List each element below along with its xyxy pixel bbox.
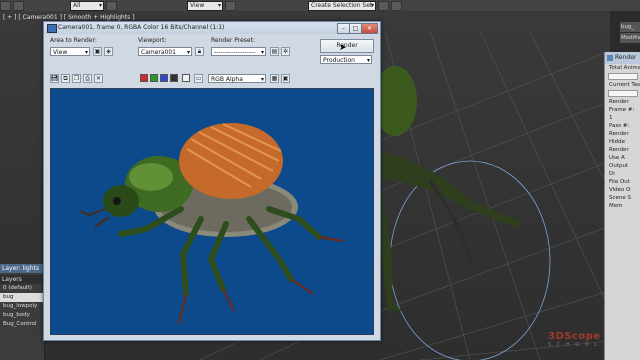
- close-button[interactable]: ✕: [361, 23, 378, 34]
- output-label: Output: [609, 163, 629, 169]
- environment-effects-icon[interactable]: ✲: [281, 47, 290, 56]
- select-object-icon[interactable]: [106, 0, 117, 11]
- print-image-icon[interactable]: ⎙: [83, 74, 92, 83]
- selection-filter-dropdown[interactable]: All: [70, 0, 104, 11]
- watermark-main: 3DScope: [548, 331, 601, 342]
- clone-window-icon[interactable]: ❐: [72, 74, 81, 83]
- frame-label: Frame #:: [609, 107, 635, 113]
- frame-buffer-toolbar: 💾︎ ⧉ ❐ ⎙ ✕ ▭ RGB Alpha ▦ ▣: [48, 73, 376, 84]
- clear-image-icon[interactable]: ✕: [94, 74, 103, 83]
- file-output-label: File Out: [609, 179, 630, 185]
- total-animation-progress: [608, 73, 638, 80]
- use-advanced-lighting-label: Use A: [609, 155, 625, 161]
- layer-row-default[interactable]: 0 (default): [0, 284, 44, 293]
- swatch-icon[interactable]: ▭: [194, 74, 203, 83]
- render-atmospherics-label: Render: [609, 147, 629, 153]
- current-task-label: Current Task:: [609, 82, 640, 88]
- align-icon[interactable]: [391, 0, 402, 11]
- mirror-icon[interactable]: [378, 0, 389, 11]
- display-channel-dropdown[interactable]: RGB Alpha: [208, 74, 266, 84]
- total-animation-label: Total Animation: [609, 65, 640, 71]
- render-controls: Area to Render: View ▣ ◈ Viewport: Camer…: [48, 35, 376, 73]
- rendering-progress-panel: Render Total Animation Current Task: Ren…: [604, 52, 640, 360]
- monochrome-toggle[interactable]: [182, 74, 190, 82]
- scene-statistics-label: Scene S: [609, 195, 632, 201]
- render-label: Render: [609, 131, 629, 137]
- render-window-titlebar[interactable]: Camera001, frame 0, RGBA Color 16 Bits/C…: [44, 22, 380, 34]
- command-panel-strip: bug_ Modifier: [620, 22, 640, 56]
- layer-list-header: Layers: [0, 275, 44, 284]
- current-task-progress: [608, 90, 638, 97]
- viewport-label: Viewport:: [138, 37, 167, 44]
- render-setup-icon[interactable]: ▤: [270, 47, 279, 56]
- production-dropdown[interactable]: Production: [320, 55, 372, 65]
- rendered-frame-window[interactable]: Camera001, frame 0, RGBA Color 16 Bits/C…: [43, 21, 381, 341]
- memory-label: Mem: [609, 203, 623, 209]
- layer-row-bug[interactable]: bug: [0, 293, 44, 302]
- redo-icon[interactable]: [13, 0, 24, 11]
- viewport-bug-model[interactable]: [373, 66, 520, 311]
- area-to-render-label: Area to Render:: [50, 37, 97, 44]
- watermark-sub: S C H O O L: [548, 342, 600, 348]
- lock-viewport-icon[interactable]: 🔒︎: [195, 47, 204, 56]
- named-selection-set-dropdown[interactable]: Create Selection Set: [308, 0, 376, 11]
- viewport-dropdown[interactable]: Camera001: [138, 47, 192, 57]
- toggle-ui-overlay-icon[interactable]: ▦: [270, 74, 279, 83]
- render-preset-dropdown[interactable]: -------------------: [211, 47, 266, 57]
- layer-row-bug-body[interactable]: bug_body: [0, 311, 44, 320]
- render-preset-label: Render Preset:: [211, 37, 255, 44]
- layer-row-bug-control[interactable]: Bug_Control: [0, 320, 44, 329]
- frame-value: 1: [609, 115, 613, 121]
- save-image-icon[interactable]: 💾︎: [50, 74, 59, 83]
- pass-label: Pass #:: [609, 123, 630, 129]
- hidden-geometry-label: Hidde: [609, 139, 626, 145]
- rendering-panel-title: Render: [605, 52, 640, 64]
- edit-region-icon[interactable]: ▣: [93, 47, 102, 56]
- area-to-render-dropdown[interactable]: View: [50, 47, 90, 57]
- modifier-list[interactable]: Modifier: [620, 33, 640, 43]
- render-window-title: Camera001, frame 0, RGBA Color 16 Bits/C…: [58, 24, 225, 31]
- layer-explorer-panel: Layer: lights Layers 0 (default) bug bug…: [0, 264, 45, 360]
- display-label: Di: [609, 171, 615, 177]
- toggle-ui-icon[interactable]: ▣: [281, 74, 290, 83]
- viewport-label[interactable]: [ + ] [ Camera001 ] [ Smooth + Highlight…: [3, 14, 135, 21]
- auto-region-icon[interactable]: ◈: [104, 47, 113, 56]
- object-name-field[interactable]: bug_: [620, 22, 640, 32]
- undo-icon[interactable]: [0, 0, 11, 11]
- layer-row-bug-lowpoly[interactable]: bug_lowpoly: [0, 302, 44, 311]
- alpha-channel-toggle[interactable]: [170, 74, 178, 82]
- copy-image-icon[interactable]: ⧉: [61, 74, 70, 83]
- watermark-logo: 3DScope S C H O O L: [548, 331, 601, 348]
- red-channel-toggle[interactable]: [140, 74, 148, 82]
- render-group-label: Render: [609, 99, 629, 105]
- snap-toggle-icon[interactable]: [225, 0, 236, 11]
- rendered-beetle: [80, 123, 344, 325]
- green-channel-toggle[interactable]: [150, 74, 158, 82]
- rendered-image[interactable]: [50, 88, 374, 335]
- video-output-label: Video O: [609, 187, 631, 193]
- app-icon: [47, 24, 57, 33]
- render-button[interactable]: Render: [320, 39, 374, 53]
- layer-panel-title: Layer: lights: [0, 264, 44, 273]
- reference-coordinate-dropdown[interactable]: View: [187, 0, 223, 11]
- mouse-cursor-icon: ➤: [339, 43, 347, 53]
- blue-channel-toggle[interactable]: [160, 74, 168, 82]
